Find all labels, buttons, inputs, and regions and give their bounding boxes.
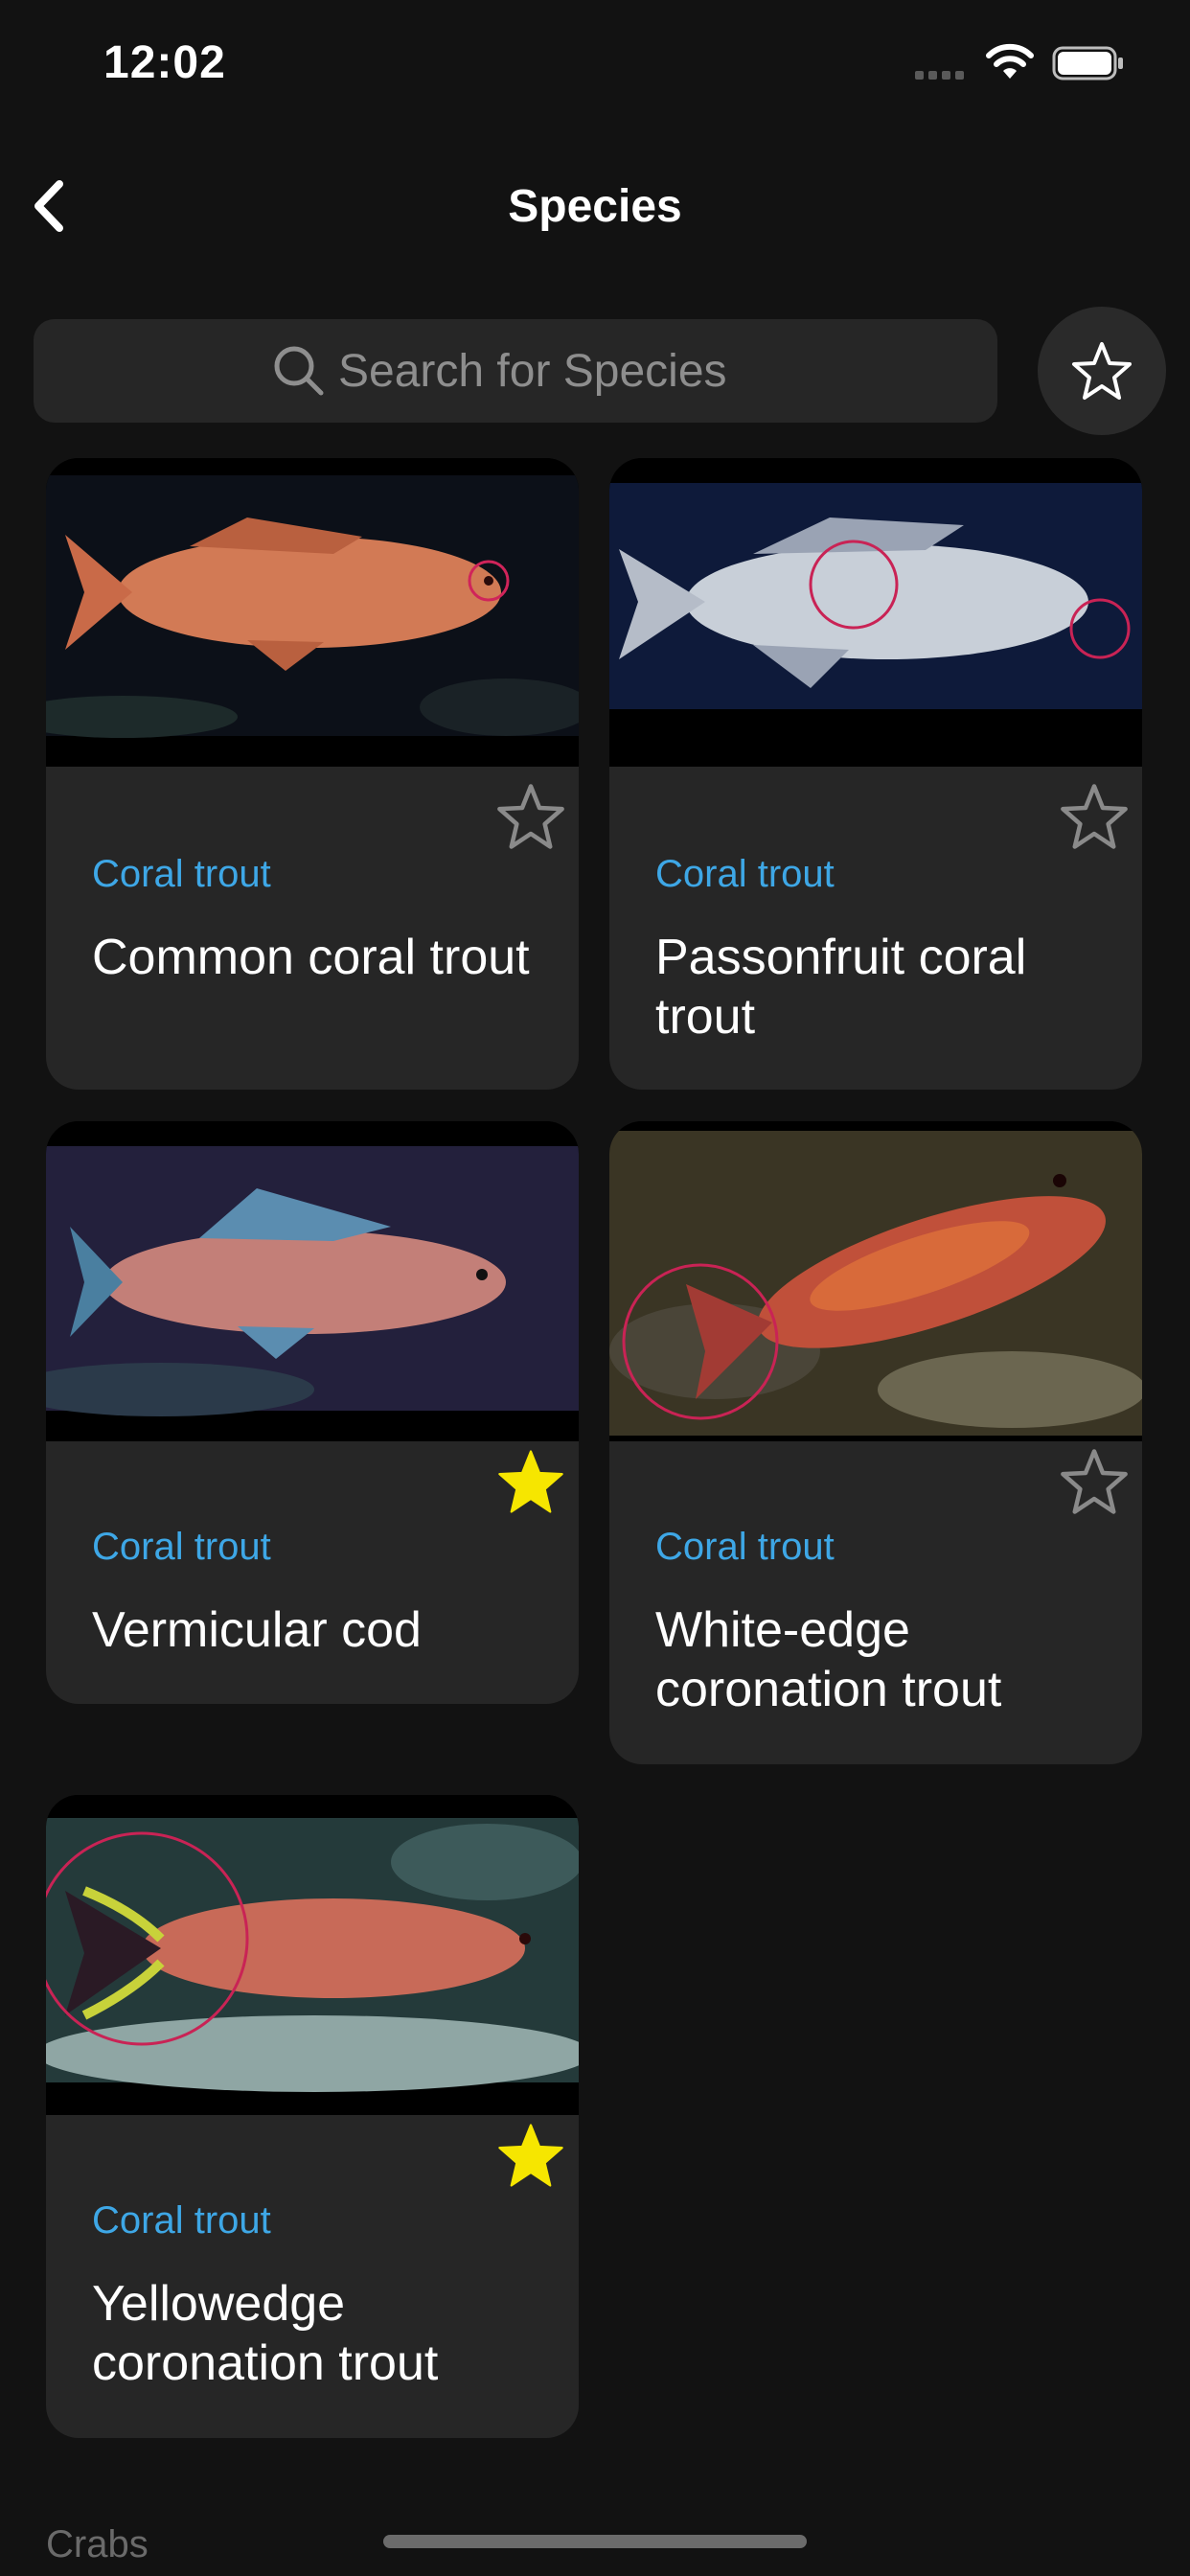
favorite-toggle[interactable] (1060, 782, 1129, 851)
species-card[interactable]: Coral trout Passonfruit coral trout (609, 458, 1142, 1090)
species-name: White-edge coronation trout (655, 1602, 1002, 1717)
star-outline-icon (1061, 784, 1128, 849)
species-name: Yellowedge coronation trout (92, 2276, 439, 2391)
species-card[interactable]: Coral trout Common coral trout (46, 458, 579, 1090)
species-name: Common coral trout (92, 930, 530, 985)
species-photo (46, 1795, 579, 2115)
favorite-toggle[interactable] (496, 2121, 565, 2190)
species-card[interactable]: Coral trout Vermicular cod (46, 1121, 579, 1704)
star-outline-icon (1061, 1449, 1128, 1514)
star-filled-icon (498, 2124, 563, 2187)
species-photo (609, 1121, 1142, 1441)
species-category: Coral trout (92, 853, 271, 895)
favorite-toggle[interactable] (496, 1447, 565, 1516)
star-filled-icon (498, 1450, 563, 1513)
section-header-crabs: Crabs (46, 2523, 149, 2565)
species-card[interactable]: Coral trout White-edge coronation trout (609, 1121, 1142, 1764)
species-name: Passonfruit coral trout (655, 930, 1027, 1045)
species-category: Coral trout (92, 2199, 271, 2242)
favorite-toggle[interactable] (496, 782, 565, 851)
home-indicator[interactable] (383, 2535, 807, 2548)
species-grid: Coral trout Common coral trout Coral tro… (0, 0, 1190, 2576)
species-photo (609, 458, 1142, 767)
species-name: Vermicular cod (92, 1602, 422, 1658)
species-photo (46, 1121, 579, 1441)
species-card[interactable]: Coral trout Yellowedge coronation trout (46, 1795, 579, 2438)
species-category: Coral trout (655, 853, 835, 895)
favorite-toggle[interactable] (1060, 1447, 1129, 1516)
species-category: Coral trout (655, 1526, 835, 1568)
species-category: Coral trout (92, 1526, 271, 1568)
species-photo (46, 458, 579, 767)
star-outline-icon (497, 784, 564, 849)
